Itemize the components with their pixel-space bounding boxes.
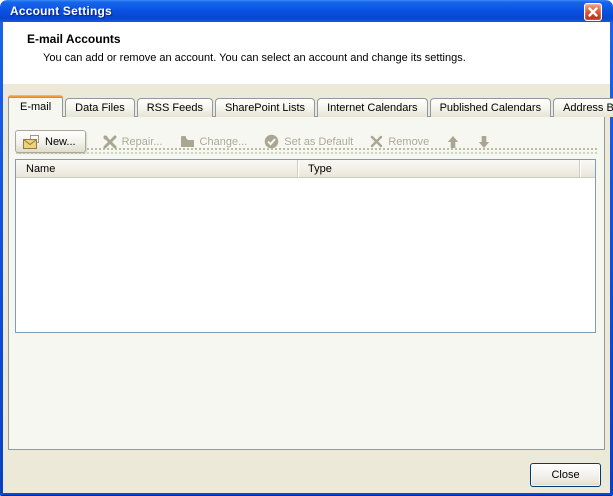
titlebar[interactable]: Account Settings — [0, 0, 613, 22]
column-header-type[interactable]: Type — [297, 160, 579, 177]
column-header-stub — [579, 160, 595, 177]
tab-internet-calendars[interactable]: Internet Calendars — [317, 98, 428, 117]
change-button[interactable]: Change... — [180, 135, 248, 148]
repair-button[interactable]: Repair... — [103, 135, 163, 149]
arrow-up-icon — [446, 135, 460, 149]
tab-strip: E-mail Data Files RSS Feeds SharePoint L… — [8, 95, 613, 117]
column-header-name[interactable]: Name — [16, 160, 297, 177]
accounts-toolbar: New... Repair... Change... — [15, 129, 491, 154]
move-up-button[interactable] — [446, 135, 460, 149]
close-icon — [587, 6, 599, 18]
close-button[interactable]: Close — [530, 463, 601, 487]
list-header: Name Type — [16, 160, 595, 178]
tab-published-calendars[interactable]: Published Calendars — [430, 98, 552, 117]
remove-button[interactable]: Remove — [370, 135, 429, 148]
accounts-list: Name Type — [15, 159, 596, 333]
remove-x-icon — [370, 135, 383, 148]
set-as-default-button[interactable]: Set as Default — [264, 134, 353, 149]
tab-address-books[interactable]: Address Books — [553, 98, 613, 117]
set-default-button-label: Set as Default — [284, 136, 353, 148]
close-window-button[interactable] — [584, 3, 602, 21]
window-border-left — [0, 22, 3, 496]
window-title: Account Settings — [10, 4, 112, 18]
set-default-check-icon — [264, 134, 279, 149]
new-mail-icon — [22, 135, 40, 149]
repair-button-label: Repair... — [122, 136, 163, 148]
move-down-button[interactable] — [477, 135, 491, 149]
change-button-label: Change... — [200, 136, 248, 148]
page-description: You can add or remove an account. You ca… — [43, 52, 466, 64]
accounts-list-body[interactable] — [16, 178, 595, 332]
arrow-down-icon — [477, 135, 491, 149]
remove-button-label: Remove — [388, 136, 429, 148]
close-button-label: Close — [551, 469, 579, 481]
repair-tools-icon — [103, 135, 117, 149]
new-account-button[interactable]: New... — [15, 130, 86, 153]
header-band: E-mail Accounts You can add or remove an… — [3, 22, 610, 84]
tab-email[interactable]: E-mail — [8, 95, 63, 117]
change-folder-icon — [180, 135, 195, 148]
tab-data-files[interactable]: Data Files — [65, 98, 135, 117]
tab-sharepoint-lists[interactable]: SharePoint Lists — [215, 98, 315, 117]
tab-rss-feeds[interactable]: RSS Feeds — [137, 98, 213, 117]
page-title: E-mail Accounts — [27, 32, 121, 46]
new-button-label: New... — [45, 136, 76, 148]
account-settings-dialog: Account Settings E-mail Accounts You can… — [0, 0, 613, 496]
email-tab-page: New... Repair... Change... — [8, 116, 605, 450]
